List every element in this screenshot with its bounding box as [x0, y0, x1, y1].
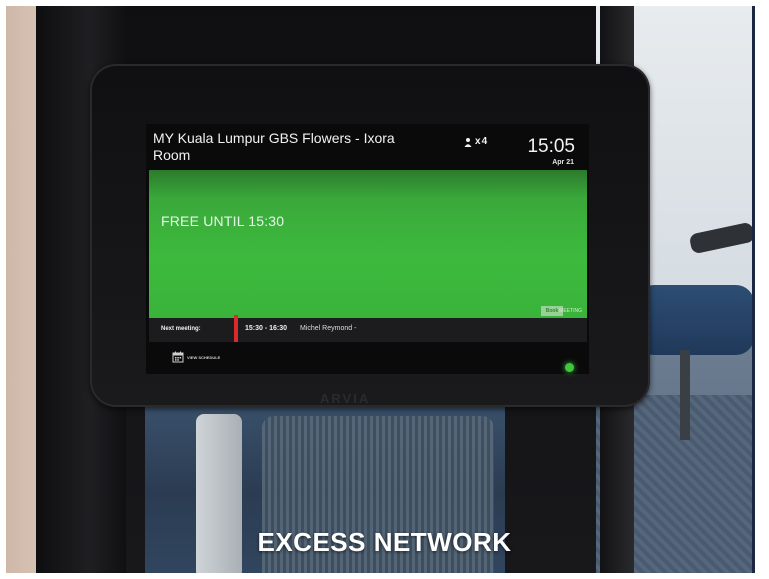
capacity-prefix: x — [475, 136, 481, 147]
room-name: MY Kuala Lumpur GBS Flowers - Ixora Room — [153, 130, 395, 163]
availability-panel[interactable]: FREE UNTIL 15:30 Book MEETING — [149, 170, 587, 326]
watermark: EXCESS NETWORK — [257, 527, 512, 557]
status-light — [565, 363, 574, 372]
next-meeting-bar: Next meeting: 15:30 - 16:30 Michel Reymo… — [149, 315, 587, 342]
tablet-screen: MY Kuala Lumpur GBS Flowers - Ixora Room… — [146, 124, 589, 374]
view-schedule-label: VIEW SCHEDULE — [187, 354, 221, 360]
next-meeting-label: Next meeting: — [161, 326, 201, 332]
device-brand-logo: ARVIA — [320, 391, 371, 406]
capacity-count: 4 — [481, 136, 488, 147]
photo-scene: MY Kuala Lumpur GBS Flowers - Ixora Room… — [0, 0, 769, 579]
frame-edge — [752, 0, 769, 579]
clock-date: Apr 21 — [552, 159, 574, 166]
person-icon — [464, 137, 472, 147]
view-schedule-button[interactable]: VIEW SCHEDULE — [172, 351, 220, 363]
office-chair-stand — [680, 350, 690, 440]
next-meeting-organizer: Michel Reymond - — [300, 325, 357, 332]
capacity-indicator: x 4 — [464, 136, 487, 147]
next-meeting-accent — [234, 315, 238, 342]
book-sublabel: MEETING — [559, 308, 582, 314]
clock-time: 15:05 — [527, 136, 575, 157]
calendar-icon — [172, 351, 184, 363]
office-chair-seat — [636, 285, 754, 355]
next-meeting-time: 15:30 - 16:30 — [245, 325, 288, 332]
availability-status: FREE UNTIL 15:30 — [161, 213, 285, 229]
